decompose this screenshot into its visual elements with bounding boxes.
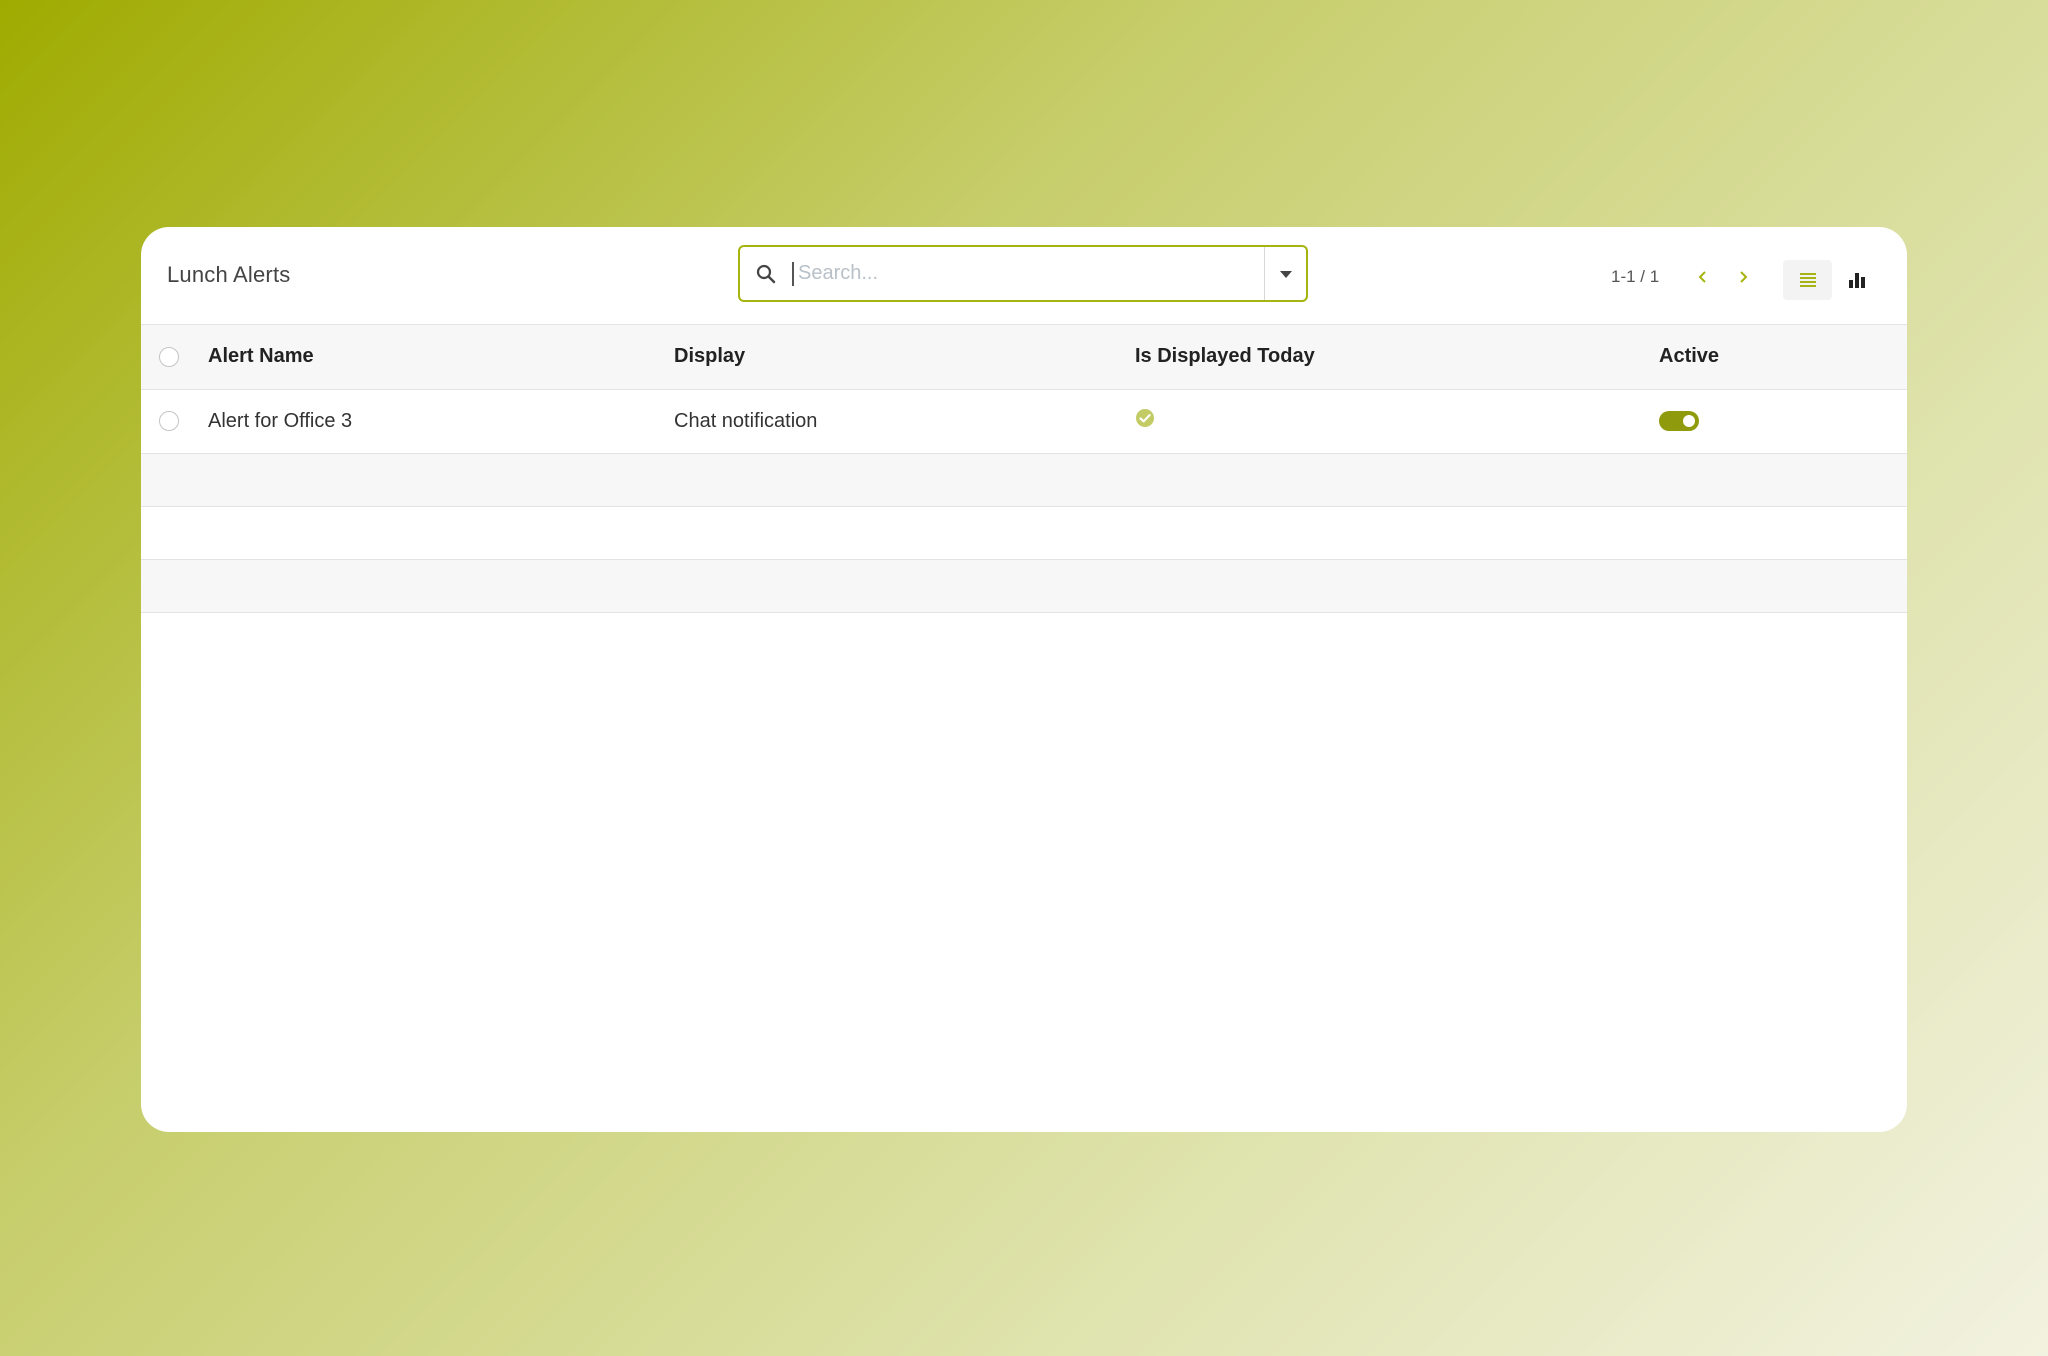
row-select-checkbox[interactable] <box>159 411 179 432</box>
select-all-cell <box>141 325 208 389</box>
page-title: Lunch Alerts <box>167 262 291 287</box>
column-header-display[interactable]: Display <box>674 325 1135 389</box>
check-circle-icon <box>1136 409 1154 427</box>
caret-down-icon <box>1279 270 1292 278</box>
display-cell: Chat notification <box>674 409 818 432</box>
empty-row <box>141 453 1907 507</box>
bar-chart-icon <box>1848 273 1865 288</box>
empty-row <box>141 559 1907 613</box>
pager-next-button[interactable] <box>1723 270 1765 284</box>
column-header-alert-name[interactable]: Alert Name <box>208 325 674 389</box>
column-header-active[interactable]: Active <box>1659 325 1907 389</box>
list-view-button[interactable] <box>1783 260 1832 300</box>
alerts-table: Alert Name Display Is Displayed Today Ac… <box>141 325 1907 454</box>
graph-view-button[interactable] <box>1832 260 1881 300</box>
chevron-right-icon <box>1740 271 1748 283</box>
row-select-cell <box>141 389 208 453</box>
active-toggle[interactable] <box>1659 411 1699 432</box>
alert-name-cell: Alert for Office 3 <box>208 409 353 432</box>
column-header-is-displayed-today[interactable]: Is Displayed Today <box>1135 325 1659 389</box>
search-options-toggle[interactable] <box>1264 247 1306 300</box>
search-input[interactable] <box>792 261 1264 286</box>
pager: 1-1 / 1 <box>1611 267 1765 287</box>
chevron-left-icon <box>1698 271 1706 283</box>
table-header-row: Alert Name Display Is Displayed Today Ac… <box>141 325 1907 389</box>
pager-value[interactable]: 1-1 / 1 <box>1611 267 1659 287</box>
empty-row <box>141 507 1907 560</box>
app-window: Lunch Alerts 1-1 / 1 <box>141 227 1907 1132</box>
table-row[interactable]: Alert for Office 3 Chat notification <box>141 389 1907 453</box>
select-all-checkbox[interactable] <box>159 346 179 367</box>
view-switcher <box>1783 260 1881 300</box>
pager-previous-button[interactable] <box>1681 270 1723 284</box>
is-displayed-today-cell <box>1135 389 1659 453</box>
active-cell <box>1659 389 1907 453</box>
search-icon <box>740 264 792 284</box>
control-panel: Lunch Alerts 1-1 / 1 <box>141 227 1907 325</box>
search-bar[interactable] <box>738 245 1308 302</box>
list-view-icon <box>1799 273 1816 287</box>
